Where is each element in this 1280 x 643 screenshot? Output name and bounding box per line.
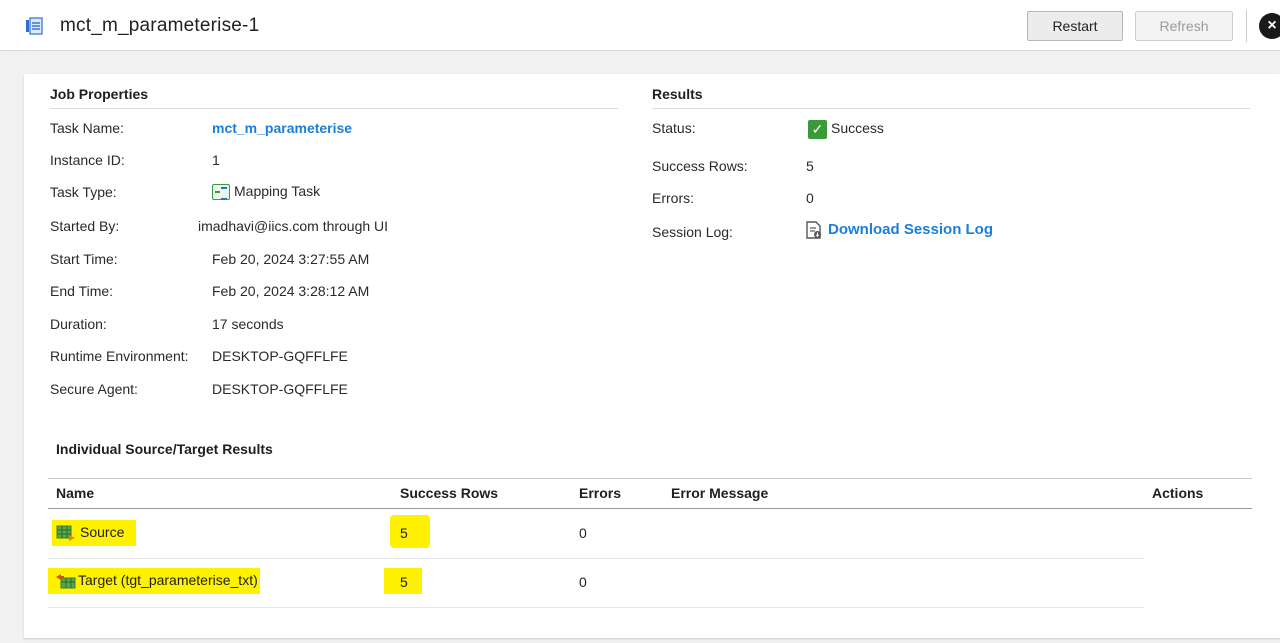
task-document-icon: [26, 17, 43, 35]
restart-button[interactable]: Restart: [1027, 11, 1123, 41]
duration-label: Duration:: [50, 316, 107, 332]
row-divider: [48, 558, 1144, 559]
download-session-log-link[interactable]: Download Session Log: [828, 221, 993, 238]
start-time-value: Feb 20, 2024 3:27:55 AM: [212, 251, 370, 267]
target-errors: 0: [579, 574, 587, 590]
page-header: mct_m_parameterise-1 Restart Refresh ×: [0, 0, 1280, 51]
results-heading: Results: [652, 86, 703, 102]
errors-label: Errors:: [652, 190, 694, 206]
col-header-error-message: Error Message: [671, 485, 769, 501]
results-divider: [652, 108, 1250, 109]
status-label: Status:: [652, 120, 696, 136]
errors-value: 0: [806, 190, 814, 206]
job-properties-divider: [50, 108, 618, 109]
target-table-icon: [56, 574, 76, 589]
individual-results-heading: Individual Source/Target Results: [56, 441, 273, 457]
table-header-border: [48, 508, 1252, 509]
col-header-name: Name: [56, 485, 95, 501]
table-row[interactable]: Source: [56, 524, 125, 542]
secure-agent-value: DESKTOP-GQFFLFE: [212, 381, 348, 397]
source-table-icon: [56, 525, 75, 542]
success-check-icon: ✓: [808, 120, 827, 139]
close-icon[interactable]: ×: [1259, 13, 1280, 39]
status-text: Success: [831, 120, 884, 137]
task-name-link[interactable]: mct_m_parameterise: [212, 120, 352, 136]
source-success-highlight: [390, 515, 430, 548]
task-type-text: Mapping Task: [234, 183, 321, 199]
source-errors: 0: [579, 525, 587, 541]
session-log-label: Session Log:: [652, 224, 733, 240]
source-success-rows: 5: [400, 525, 408, 541]
session-log-value: Download Session Log: [806, 221, 993, 239]
task-name-label: Task Name:: [50, 120, 124, 136]
secure-agent-label: Secure Agent:: [50, 381, 138, 397]
instance-id-value: 1: [212, 152, 220, 168]
mapping-task-icon: [212, 184, 230, 201]
target-name: Target (tgt_parameterise_txt): [78, 572, 258, 588]
end-time-label: End Time:: [50, 283, 114, 299]
download-log-icon[interactable]: [806, 221, 822, 239]
runtime-environment-label: Runtime Environment:: [50, 348, 189, 364]
col-header-actions: Actions: [1152, 485, 1204, 501]
job-details-card: Job Properties Task Name: mct_m_paramete…: [24, 74, 1280, 638]
refresh-button[interactable]: Refresh: [1135, 11, 1233, 41]
task-type-value: Mapping Task: [212, 183, 321, 201]
start-time-label: Start Time:: [50, 251, 118, 267]
started-by-label: Started By:: [50, 218, 120, 234]
runtime-environment-value: DESKTOP-GQFFLFE: [212, 348, 348, 364]
table-top-border: [48, 478, 1252, 479]
row-divider: [48, 607, 1144, 608]
source-name: Source: [80, 524, 125, 540]
instance-id-label: Instance ID:: [50, 152, 125, 168]
status-value: ✓ Success: [808, 120, 884, 139]
end-time-value: Feb 20, 2024 3:28:12 AM: [212, 283, 370, 299]
duration-value: 17 seconds: [212, 316, 284, 332]
col-header-success-rows: Success Rows: [400, 485, 499, 501]
target-success-rows: 5: [400, 574, 408, 590]
page-title: mct_m_parameterise-1: [60, 15, 260, 36]
task-type-label: Task Type:: [50, 184, 117, 200]
started-by-value: imadhavi@iics.com through UI: [198, 218, 389, 234]
job-properties-heading: Job Properties: [50, 86, 149, 102]
success-rows-value: 5: [806, 158, 814, 174]
header-divider: [1246, 10, 1247, 42]
table-row[interactable]: Target (tgt_parameterise_txt): [56, 572, 258, 589]
success-rows-label: Success Rows:: [652, 158, 748, 174]
col-header-errors: Errors: [579, 485, 622, 501]
